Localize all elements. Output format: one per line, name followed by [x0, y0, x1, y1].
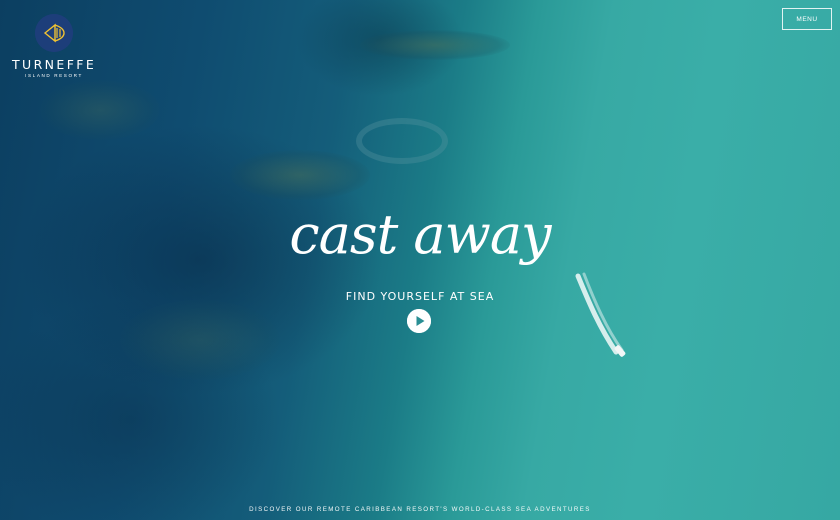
speedboat-wake	[575, 272, 626, 357]
brand-subtitle: ISLAND RESORT	[25, 73, 83, 78]
fish-icon	[35, 14, 73, 52]
reef-patch	[120, 300, 280, 380]
reef-patch	[40, 80, 160, 140]
hero-subheadline: FIND YOURSELF AT SEA	[345, 290, 495, 303]
reef-patch	[230, 150, 370, 200]
logo-badge	[35, 14, 73, 52]
play-video-button[interactable]	[407, 309, 431, 333]
reef-ring	[356, 118, 448, 164]
menu-button[interactable]: MENU	[782, 8, 832, 30]
brand-name: TURNEFFE	[12, 57, 97, 72]
brand-logo[interactable]: TURNEFFE ISLAND RESORT	[12, 14, 96, 78]
hero-headline: cast away	[289, 203, 551, 266]
reef-patch	[360, 30, 510, 60]
play-icon	[407, 309, 431, 333]
hero-tagline: DISCOVER OUR REMOTE CARIBBEAN RESORT'S W…	[249, 506, 591, 513]
